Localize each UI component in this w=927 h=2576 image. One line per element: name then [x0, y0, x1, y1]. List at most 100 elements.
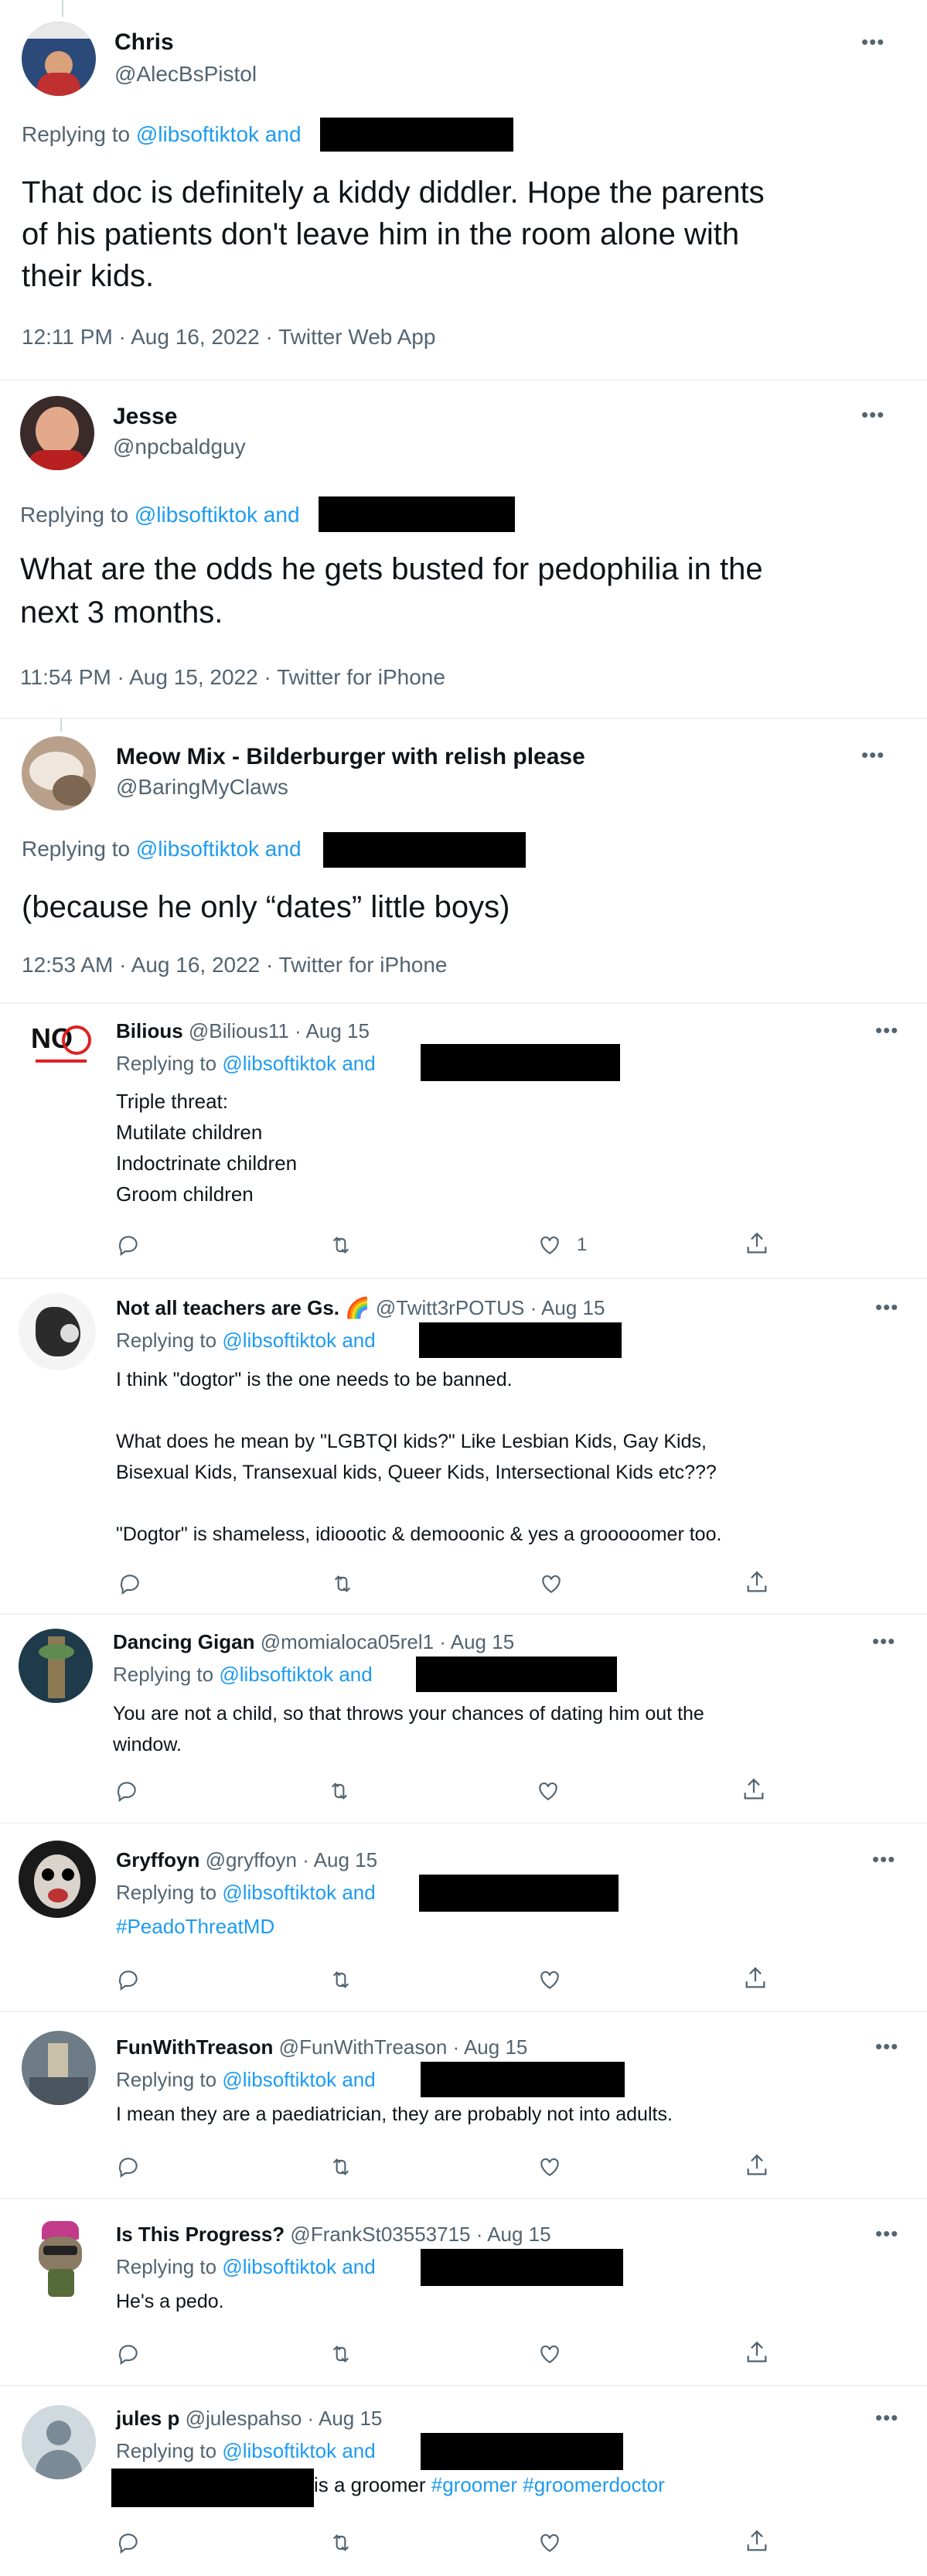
hashtag-link[interactable]: #groomer: [431, 2473, 517, 2496]
avatar[interactable]: [22, 2221, 99, 2298]
retweet-icon[interactable]: [328, 1967, 354, 1992]
like-icon[interactable]: [537, 2530, 563, 2555]
thread-line: [60, 718, 62, 732]
avatar[interactable]: [19, 1841, 96, 1918]
hashtag-link[interactable]: #groomerdoctor: [523, 2473, 665, 2496]
mention-link[interactable]: @libsoftiktok: [219, 1663, 333, 1686]
share-icon[interactable]: [744, 1230, 770, 1257]
user-handle[interactable]: @julespahso · Aug 15: [186, 2407, 383, 2430]
display-name[interactable]: Not all teachers are Gs. 🌈: [116, 1296, 370, 1319]
mention-link[interactable]: @libsoftiktok: [222, 1052, 336, 1075]
display-name[interactable]: FunWithTreason: [116, 2035, 273, 2059]
tweet-timestamp[interactable]: 11:54 PM · Aug 15, 2022 · Twitter for iP…: [20, 665, 445, 690]
more-horizontal-icon[interactable]: •••: [875, 1020, 898, 1040]
like-icon[interactable]: [537, 1967, 563, 1992]
share-icon[interactable]: [742, 1964, 769, 1992]
replying-to: Replying to @libsoftiktok and: [116, 1881, 376, 1904]
more-horizontal-icon[interactable]: •••: [861, 404, 884, 425]
avatar[interactable]: [22, 2405, 96, 2479]
user-handle[interactable]: @Twitt3rPOTUS · Aug 15: [376, 1296, 605, 1319]
reply-icon[interactable]: [116, 2342, 141, 2366]
more-horizontal-icon[interactable]: •••: [861, 745, 884, 765]
more-horizontal-icon[interactable]: •••: [875, 2223, 898, 2243]
avatar[interactable]: NO: [31, 1022, 91, 1069]
share-icon[interactable]: [744, 1568, 770, 1596]
like-icon[interactable]: [537, 2342, 563, 2366]
retweet-icon[interactable]: [328, 2155, 354, 2179]
reply-icon[interactable]: [116, 1967, 141, 1992]
reply-icon[interactable]: [116, 2155, 141, 2179]
mention-link[interactable]: @libsoftiktok: [136, 122, 259, 146]
retweet-icon[interactable]: [326, 1779, 353, 1803]
avatar[interactable]: [19, 1293, 96, 1370]
more-horizontal-icon[interactable]: •••: [861, 32, 884, 52]
mention-link[interactable]: @libsoftiktok: [222, 1881, 336, 1904]
user-handle[interactable]: @gryffoyn · Aug 15: [206, 1848, 378, 1871]
tweet-text: He's a pedo.: [116, 2291, 224, 2312]
more-horizontal-icon[interactable]: •••: [875, 1297, 898, 1317]
avatar[interactable]: [20, 396, 94, 470]
tweet-text: (because he only “dates” little boys): [22, 890, 510, 924]
reply-icon[interactable]: [116, 1233, 141, 1257]
tweet-text: I think "dogtor" is the one needs to be …: [116, 1369, 722, 1545]
display-name[interactable]: Chris: [114, 29, 174, 56]
display-name[interactable]: jules p: [116, 2407, 179, 2430]
retweet-icon[interactable]: [328, 2342, 354, 2366]
mention-link[interactable]: @libsoftiktok: [222, 1329, 336, 1352]
share-icon[interactable]: [744, 2151, 770, 2179]
redacted-block: [111, 2469, 314, 2507]
avatar[interactable]: [22, 22, 96, 96]
reply-header: Bilious @Bilious11 · Aug 15: [116, 1019, 370, 1043]
mention-link[interactable]: @libsoftiktok: [222, 2255, 336, 2278]
user-handle[interactable]: @Bilious11 · Aug 15: [189, 1019, 370, 1042]
redacted-block: [421, 1044, 620, 1081]
avatar[interactable]: [19, 1629, 93, 1703]
display-name[interactable]: Meow Mix - Bilderburger with relish plea…: [116, 744, 585, 770]
share-icon[interactable]: [744, 2527, 770, 2555]
reply-icon[interactable]: [114, 1779, 139, 1803]
display-name[interactable]: Bilious: [116, 1019, 183, 1042]
like-icon[interactable]: [535, 1779, 561, 1803]
redacted-block: [416, 1656, 617, 1692]
divider: [0, 1278, 927, 1279]
display-name[interactable]: Gryffoyn: [116, 1848, 199, 1871]
user-handle[interactable]: @FunWithTreason · Aug 15: [279, 2035, 528, 2059]
retweet-icon[interactable]: [328, 2530, 354, 2555]
user-handle[interactable]: @momialoca05rel1 · Aug 15: [261, 1630, 514, 1653]
avatar[interactable]: [22, 736, 96, 810]
tweet-timestamp[interactable]: 12:53 AM · Aug 16, 2022 · Twitter for iP…: [22, 953, 447, 978]
reply-icon[interactable]: [116, 2530, 141, 2555]
tweet-text: Triple threat: Mutilate children Indoctr…: [116, 1090, 298, 1206]
mention-link[interactable]: @libsoftiktok: [136, 837, 259, 861]
divider: [0, 1002, 927, 1004]
share-icon[interactable]: [741, 1776, 767, 1803]
more-horizontal-icon[interactable]: •••: [875, 2036, 898, 2056]
user-handle[interactable]: @AlecBsPistol: [114, 62, 257, 87]
display-name[interactable]: Jesse: [113, 404, 177, 430]
reply-icon[interactable]: [118, 1571, 142, 1596]
like-icon[interactable]: [537, 1233, 563, 1257]
mention-link[interactable]: @libsoftiktok: [222, 2068, 336, 2091]
mention-link[interactable]: @libsoftiktok: [222, 2439, 336, 2462]
user-handle[interactable]: @FrankSt03553715 · Aug 15: [290, 2223, 550, 2246]
user-handle[interactable]: @npcbaldguy: [113, 435, 246, 459]
retweet-icon[interactable]: [329, 1571, 356, 1596]
hashtag-link[interactable]: #PeadoThreatMD: [116, 1915, 274, 1939]
mention-link[interactable]: @libsoftiktok: [135, 503, 257, 527]
more-horizontal-icon[interactable]: •••: [872, 1631, 895, 1651]
retweet-icon[interactable]: [328, 1233, 354, 1257]
tweet-timestamp[interactable]: 12:11 PM · Aug 16, 2022 · Twitter Web Ap…: [22, 325, 435, 350]
divider: [0, 1613, 927, 1615]
more-horizontal-icon[interactable]: •••: [875, 2407, 898, 2428]
avatar[interactable]: [22, 2031, 96, 2105]
tweet-text: That doc is definitely a kiddy diddler. …: [22, 176, 765, 293]
redacted-block: [323, 832, 526, 868]
share-icon[interactable]: [744, 2339, 770, 2366]
more-horizontal-icon[interactable]: •••: [872, 1849, 895, 1869]
tweet-text: You are not a child, so that throws your…: [113, 1703, 704, 1755]
user-handle[interactable]: @BaringMyClaws: [116, 775, 288, 800]
like-icon[interactable]: [538, 1571, 564, 1596]
like-icon[interactable]: [537, 2155, 563, 2179]
display-name[interactable]: Dancing Gigan: [113, 1630, 254, 1653]
display-name[interactable]: Is This Progress?: [116, 2223, 285, 2246]
